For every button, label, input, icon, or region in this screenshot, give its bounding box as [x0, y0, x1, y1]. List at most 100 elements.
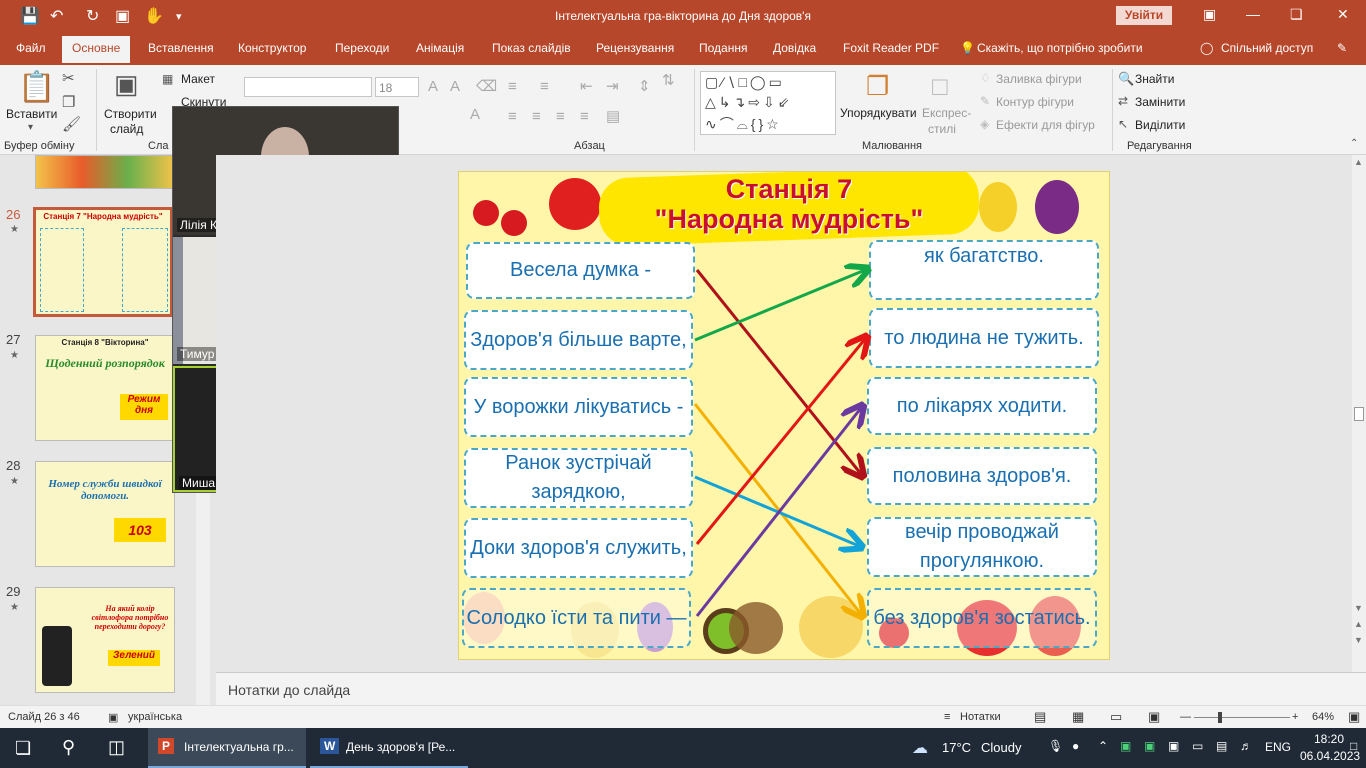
- paste-icon[interactable]: 📋: [18, 73, 55, 103]
- spellcheck-icon[interactable]: ▣: [108, 711, 118, 724]
- previous-slide-icon[interactable]: ▲: [1354, 619, 1363, 629]
- windows-start-icon[interactable]: ❏: [15, 738, 31, 759]
- tray-app-icon[interactable]: ▣: [1120, 739, 1131, 753]
- share-button[interactable]: Спільний доступ: [1221, 41, 1313, 55]
- sign-in-button[interactable]: Увійти: [1116, 6, 1172, 25]
- columns-icon[interactable]: ▤: [606, 109, 620, 124]
- scrollbar-thumb[interactable]: [1354, 407, 1364, 421]
- tab-review[interactable]: Рецензування: [596, 41, 674, 55]
- tab-transitions[interactable]: Переходи: [335, 41, 389, 55]
- paste-button[interactable]: Вставити: [6, 107, 57, 121]
- clock-time[interactable]: 18:20: [1314, 732, 1344, 746]
- arrange-button[interactable]: Упорядкувати: [840, 106, 917, 120]
- format-painter-icon[interactable]: 🖌: [62, 117, 81, 132]
- volume-icon[interactable]: ♬: [1240, 739, 1252, 753]
- share-icon[interactable]: ◯: [1200, 41, 1213, 55]
- shrink-font-icon[interactable]: A: [450, 79, 460, 94]
- clear-format-icon[interactable]: ⌫: [476, 79, 497, 94]
- zoom-level[interactable]: 64%: [1312, 711, 1334, 723]
- keyboard-language[interactable]: ENG: [1265, 740, 1291, 754]
- tab-help[interactable]: Довідка: [773, 41, 816, 55]
- font-name-input[interactable]: [244, 77, 372, 97]
- taskbar-app-word[interactable]: W День здоров'я [Ре...: [310, 728, 468, 768]
- tab-file[interactable]: Файл: [16, 41, 46, 55]
- shape-effects-button[interactable]: Ефекти для фігур: [996, 118, 1095, 132]
- tray-app-icon[interactable]: ▣: [1144, 739, 1155, 753]
- notes-toggle-button[interactable]: Нотатки: [960, 711, 1001, 723]
- slide-thumbnail-29[interactable]: На який колір світлофора потрібно перехо…: [35, 587, 175, 693]
- slide-thumbnail-28[interactable]: Номер служби швидкої допомоги. 103: [35, 461, 175, 567]
- slide-thumbnail-25[interactable]: [35, 155, 175, 189]
- slideshow-icon[interactable]: ▣: [1148, 709, 1160, 725]
- fit-to-window-icon[interactable]: ▣: [1348, 709, 1360, 725]
- shapes-row-icon[interactable]: ▢∕∖□◯▭: [705, 74, 785, 91]
- task-view-icon[interactable]: ◫: [108, 737, 125, 758]
- arrange-icon[interactable]: ❐: [866, 73, 889, 99]
- bullets-icon[interactable]: ≡: [508, 79, 517, 94]
- font-size-input[interactable]: 18: [375, 77, 419, 97]
- tab-home[interactable]: Основне: [62, 36, 131, 63]
- slide-thumbnail-27[interactable]: Станція 8 "Вікторина" Щоденний розпорядо…: [35, 335, 175, 441]
- new-slide-icon[interactable]: ▣: [114, 71, 139, 97]
- quick-styles-button-line2[interactable]: стилі: [928, 122, 956, 136]
- microphone-icon[interactable]: 🎙: [1048, 739, 1063, 753]
- zoom-out-icon[interactable]: —: [1180, 711, 1191, 723]
- minimize-icon[interactable]: —: [1246, 6, 1260, 22]
- tab-slideshow[interactable]: Показ слайдів: [492, 41, 571, 55]
- taskbar-app-powerpoint[interactable]: P Інтелектуальна гр...: [148, 728, 306, 768]
- increase-indent-icon[interactable]: ⇥: [606, 79, 619, 94]
- tab-design[interactable]: Конструктор: [238, 41, 306, 55]
- shape-fill-button[interactable]: Заливка фігури: [996, 72, 1082, 86]
- notes-placeholder[interactable]: Нотатки до слайда: [228, 682, 350, 698]
- language-indicator[interactable]: українська: [128, 711, 182, 723]
- notes-pane[interactable]: Нотатки до слайда: [216, 672, 1366, 705]
- editor-scrollbar[interactable]: ▲ ▼ ▲ ▼: [1352, 155, 1366, 672]
- slide-sorter-icon[interactable]: ▦: [1072, 709, 1084, 725]
- tell-me-search[interactable]: Скажіть, що потрібно зробити: [977, 41, 1143, 55]
- ribbon-options-icon[interactable]: ▣: [1203, 6, 1216, 23]
- quick-styles-icon[interactable]: □: [932, 73, 948, 99]
- tray-chevron-icon[interactable]: ⌃: [1098, 739, 1108, 753]
- decrease-indent-icon[interactable]: ⇤: [580, 79, 593, 94]
- font-color-icon[interactable]: A: [470, 107, 480, 122]
- shapes-row-icon[interactable]: ∿⌒⌓{}☆: [705, 114, 782, 134]
- align-right-icon[interactable]: ≡: [556, 109, 565, 124]
- notifications-icon[interactable]: □: [1350, 739, 1357, 753]
- normal-view-icon[interactable]: ▤: [1034, 709, 1046, 725]
- copy-icon[interactable]: ❐: [62, 95, 75, 110]
- cut-icon[interactable]: ✂: [62, 71, 75, 86]
- chevron-down-icon[interactable]: ▾: [28, 123, 33, 133]
- numbering-icon[interactable]: ≡: [540, 79, 549, 94]
- zoom-app-icon[interactable]: ●: [1072, 739, 1079, 753]
- close-icon[interactable]: ✕: [1337, 6, 1349, 23]
- scroll-down-icon[interactable]: ▼: [1354, 603, 1363, 613]
- slide-canvas[interactable]: Станція 7 "Народна мудрість" Весела думк…: [458, 171, 1110, 660]
- weather-condition[interactable]: Cloudy: [981, 740, 1021, 755]
- select-button[interactable]: Виділити: [1135, 118, 1185, 132]
- next-slide-icon[interactable]: ▼: [1354, 635, 1363, 645]
- network-icon[interactable]: ▤: [1216, 739, 1227, 753]
- layout-button[interactable]: Макет: [181, 72, 215, 86]
- display-icon[interactable]: ▭: [1192, 739, 1203, 753]
- justify-icon[interactable]: ≡: [580, 109, 589, 124]
- tab-foxit[interactable]: Foxit Reader PDF: [843, 41, 939, 55]
- find-button[interactable]: Знайти: [1135, 72, 1174, 86]
- tab-insert[interactable]: Вставлення: [148, 41, 214, 55]
- quick-styles-button[interactable]: Експрес-: [922, 106, 971, 120]
- reading-view-icon[interactable]: ▭: [1110, 709, 1122, 725]
- shape-outline-button[interactable]: Контур фігури: [996, 95, 1074, 109]
- zoom-slider[interactable]: [1194, 717, 1290, 718]
- new-slide-button[interactable]: Створити: [104, 107, 157, 121]
- comments-icon[interactable]: ✎: [1337, 41, 1347, 55]
- align-left-icon[interactable]: ≡: [508, 109, 517, 124]
- tab-view[interactable]: Подання: [699, 41, 747, 55]
- shapes-row-icon[interactable]: △↳↴⇨⇩⇙: [705, 94, 792, 111]
- tray-app-icon[interactable]: ▣: [1168, 739, 1179, 753]
- maximize-icon[interactable]: ❏: [1290, 6, 1303, 23]
- collapse-ribbon-icon[interactable]: ⌃: [1350, 139, 1358, 149]
- shapes-gallery[interactable]: ▢∕∖□◯▭ △↳↴⇨⇩⇙ ∿⌒⌓{}☆: [700, 71, 836, 135]
- weather-temp[interactable]: 17°C: [942, 740, 971, 755]
- zoom-in-icon[interactable]: +: [1292, 711, 1298, 723]
- line-spacing-icon[interactable]: ⇕: [638, 79, 651, 94]
- zoom-slider-thumb[interactable]: [1218, 712, 1222, 723]
